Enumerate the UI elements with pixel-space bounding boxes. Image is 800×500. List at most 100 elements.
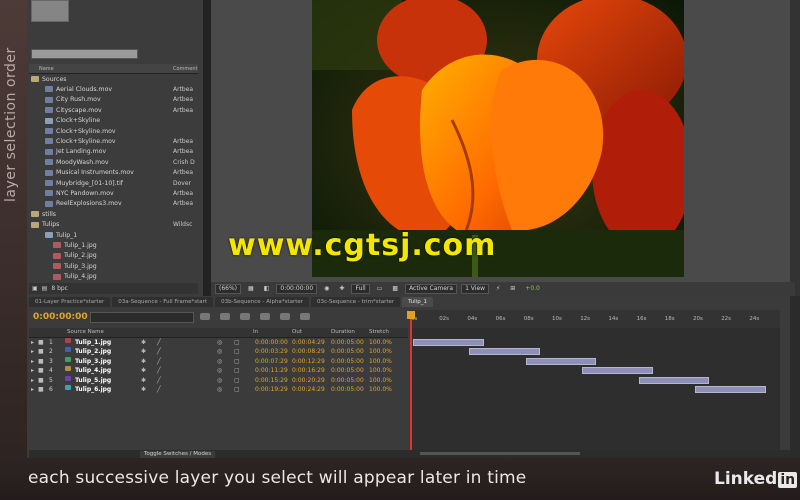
- layer-row[interactable]: ▸ ■ 2 Tulip_2.jpg 0:00:03:29 0:00:08:29 0:00:0…: [29, 347, 408, 356]
- label-color-icon[interactable]: ■: [38, 338, 44, 347]
- flowchart-icon[interactable]: ⊞: [507, 285, 518, 293]
- layer-duration[interactable]: 0:00:05:00: [331, 366, 364, 375]
- layer-stretch[interactable]: 100.0%: [369, 366, 392, 375]
- timeline-zoom-slider[interactable]: [420, 452, 580, 455]
- label-color-icon[interactable]: ■: [38, 366, 44, 375]
- layer-out-point[interactable]: 0:00:04:29: [292, 338, 325, 347]
- shy-switch-icon[interactable]: ✱: [141, 338, 146, 347]
- folder-icon[interactable]: ▤: [42, 285, 48, 292]
- comp-mini-flowchart-icon[interactable]: [200, 313, 210, 320]
- exposure-value[interactable]: +0.0: [522, 285, 543, 293]
- out-header[interactable]: Out: [292, 329, 302, 335]
- project-item[interactable]: Clock+Skyline.mov: [29, 126, 198, 136]
- bit-depth-button[interactable]: 8 bpc: [51, 285, 68, 292]
- project-item[interactable]: Tulip_1.jpg: [29, 240, 198, 250]
- fast-preview-icon[interactable]: ⚡: [493, 285, 503, 293]
- layer-out-point[interactable]: 0:00:24:29: [292, 385, 325, 394]
- project-item[interactable]: Clock+Skyline.mov Artbea: [29, 136, 198, 146]
- label-color-icon[interactable]: ■: [38, 385, 44, 394]
- project-item[interactable]: Cityscape.mov Artbea: [29, 105, 198, 115]
- project-item[interactable]: NYC Pandown.mov Artbea: [29, 188, 198, 198]
- parent-pickwhip-icon[interactable]: ◎: [217, 385, 222, 394]
- shy-switch-icon[interactable]: ✱: [141, 385, 146, 394]
- layer-duration[interactable]: 0:00:05:00: [331, 338, 364, 347]
- quality-switch-icon[interactable]: ╱: [157, 347, 161, 356]
- in-header[interactable]: In: [253, 329, 258, 335]
- expand-arrow-icon[interactable]: ▸: [31, 357, 34, 366]
- layer-duration-bar[interactable]: [469, 348, 540, 356]
- timeline-search-input[interactable]: [90, 312, 194, 323]
- layer-duration-bar[interactable]: [525, 357, 597, 365]
- channel-icon[interactable]: ✚: [336, 285, 347, 293]
- project-item[interactable]: Muybridge_[01-10].tif Dover: [29, 178, 198, 188]
- shy-switch-icon[interactable]: ✱: [141, 357, 146, 366]
- project-item[interactable]: Sources: [29, 74, 198, 84]
- expand-arrow-icon[interactable]: ▸: [31, 347, 34, 356]
- layer-stretch[interactable]: 100.0%: [369, 347, 392, 356]
- stretch-header[interactable]: Stretch: [369, 329, 389, 335]
- playhead-handle[interactable]: [407, 311, 415, 319]
- hide-shy-icon[interactable]: [240, 313, 250, 320]
- comment-column-header[interactable]: Comment: [173, 66, 198, 72]
- layer-stretch[interactable]: 100.0%: [369, 338, 392, 347]
- parent-pickwhip-icon[interactable]: ◎: [217, 366, 222, 375]
- parent-dropdown[interactable]: ▢: [234, 376, 240, 385]
- layer-out-point[interactable]: 0:00:16:29: [292, 366, 325, 375]
- layer-in-point[interactable]: 0:00:19:29: [255, 385, 288, 394]
- project-item[interactable]: Tulip_2.jpg: [29, 251, 198, 261]
- layer-duration-bar[interactable]: [638, 376, 710, 384]
- label-color-icon[interactable]: ■: [38, 357, 44, 366]
- label-color-icon[interactable]: ■: [38, 376, 44, 385]
- project-item[interactable]: Clock+Skyline: [29, 116, 198, 126]
- expand-arrow-icon[interactable]: ▸: [31, 385, 34, 394]
- quality-switch-icon[interactable]: ╱: [157, 366, 161, 375]
- layer-row[interactable]: ▸ ■ 1 Tulip_1.jpg 0:00:00:00 0:00:04:29 0:00:0…: [29, 338, 408, 347]
- layer-in-point[interactable]: 0:00:15:29: [255, 376, 288, 385]
- project-item[interactable]: stills: [29, 209, 198, 219]
- trash-icon[interactable]: ▣: [32, 285, 38, 292]
- toggle-switches-modes-button[interactable]: Toggle Switches / Modes: [140, 451, 216, 458]
- parent-pickwhip-icon[interactable]: ◎: [217, 357, 222, 366]
- grid-icon[interactable]: ▦: [245, 285, 257, 293]
- project-item[interactable]: Aerial Clouds.mov Artbea: [29, 84, 198, 94]
- layer-stretch[interactable]: 100.0%: [369, 385, 392, 394]
- layer-row[interactable]: ▸ ■ 6 Tulip_6.jpg 0:00:19:29 0:00:24:29 0:00:0…: [29, 385, 408, 394]
- project-item[interactable]: MoodyWash.mov Crish D: [29, 157, 198, 167]
- layer-row[interactable]: ▸ ■ 3 Tulip_3.jpg 0:00:07:29 0:00:12:29 0:00:0…: [29, 356, 408, 366]
- quality-switch-icon[interactable]: ╱: [157, 376, 161, 385]
- graph-editor-icon[interactable]: [300, 313, 310, 320]
- layer-in-point[interactable]: 0:00:07:29: [255, 357, 288, 366]
- timeline-current-time[interactable]: 0:00:00:00: [33, 312, 88, 322]
- mask-icon[interactable]: ◧: [261, 285, 273, 293]
- layer-in-point[interactable]: 0:00:03:29: [255, 347, 288, 356]
- label-color-icon[interactable]: ■: [38, 347, 44, 356]
- layer-duration-bar[interactable]: [582, 367, 653, 375]
- motion-blur-icon[interactable]: [280, 313, 290, 320]
- tab-comp[interactable]: Tulip_1: [402, 297, 433, 307]
- layer-row[interactable]: ▸ ■ 4 Tulip_4.jpg 0:00:11:29 0:00:16:29 0:00:0…: [29, 366, 408, 375]
- layer-row[interactable]: ▸ ■ 5 Tulip_5.jpg 0:00:15:29 0:00:20:29 0:00:0…: [29, 375, 408, 385]
- layer-duration[interactable]: 0:00:05:00: [331, 347, 364, 356]
- parent-dropdown[interactable]: ▢: [234, 366, 240, 375]
- tab-comp[interactable]: 03c-Sequence - trim*starter: [311, 297, 401, 307]
- draft-3d-icon[interactable]: [220, 313, 230, 320]
- project-item[interactable]: ReelExplosions3.mov Artbea: [29, 199, 198, 209]
- region-icon[interactable]: ▭: [374, 285, 386, 293]
- parent-pickwhip-icon[interactable]: ◎: [217, 338, 222, 347]
- expand-arrow-icon[interactable]: ▸: [31, 366, 34, 375]
- shy-switch-icon[interactable]: ✱: [141, 366, 146, 375]
- parent-pickwhip-icon[interactable]: ◎: [217, 376, 222, 385]
- resolution-dropdown[interactable]: Full: [351, 284, 370, 294]
- panel-divider[interactable]: [203, 0, 211, 296]
- layer-stretch[interactable]: 100.0%: [369, 376, 392, 385]
- frame-blending-icon[interactable]: [260, 313, 270, 320]
- layer-stretch[interactable]: 100.0%: [369, 357, 392, 366]
- layer-in-point[interactable]: 0:00:00:00: [255, 338, 288, 347]
- expand-arrow-icon[interactable]: ▸: [31, 376, 34, 385]
- parent-dropdown[interactable]: ▢: [234, 385, 240, 394]
- layer-duration[interactable]: 0:00:05:00: [331, 357, 364, 366]
- layer-duration[interactable]: 0:00:05:00: [331, 376, 364, 385]
- project-item[interactable]: Tulips Wildsc: [29, 220, 198, 230]
- project-search-input[interactable]: [31, 49, 138, 59]
- layer-duration[interactable]: 0:00:05:00: [331, 385, 364, 394]
